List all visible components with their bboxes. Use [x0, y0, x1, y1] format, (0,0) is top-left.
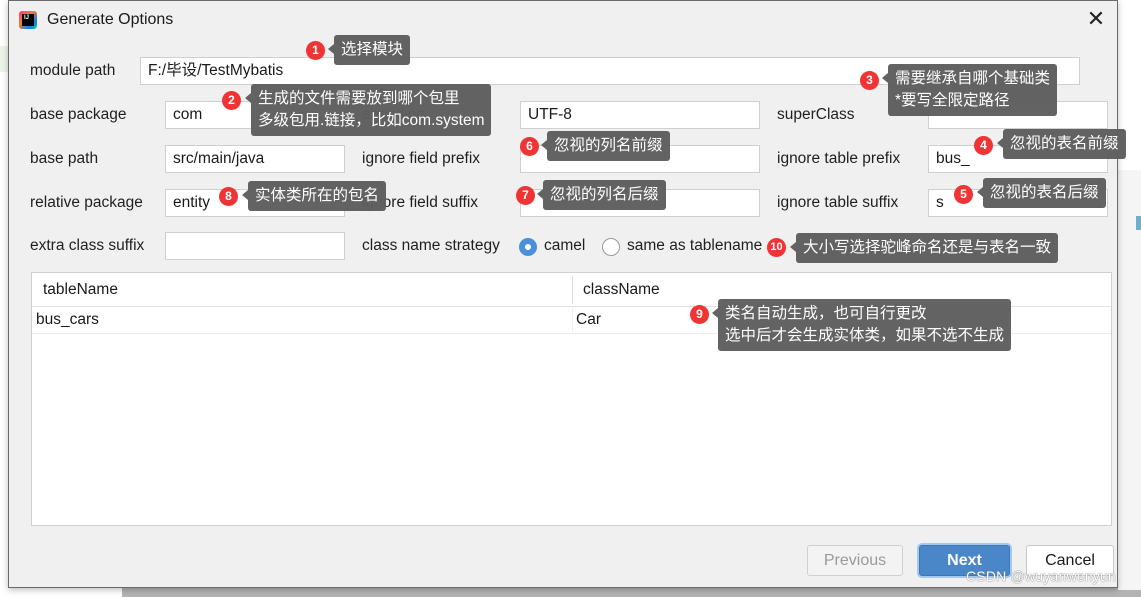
- class-name-strategy-label: class name strategy: [362, 237, 500, 254]
- dialog-title: Generate Options: [47, 11, 174, 28]
- column-header-tablename[interactable]: tableName: [43, 273, 118, 306]
- same-as-tablename-radio[interactable]: [602, 238, 620, 256]
- annotation-tooltip-7: 忽视的列名后缀: [537, 180, 666, 210]
- annotation-tooltip-5: 忽视的表名后缀: [977, 178, 1106, 208]
- annotation-tooltip-9-line-1: 类名自动生成，也可自行更改: [725, 305, 927, 322]
- annotation-badge-5: 5: [954, 185, 973, 204]
- annotation-tooltip-2-line-2: 多级包用.链接，比如com.system: [258, 112, 485, 129]
- extra-class-suffix-input[interactable]: [165, 232, 345, 260]
- camel-radio[interactable]: [519, 238, 537, 256]
- annotation-tooltip-8: 实体类所在的包名: [241, 181, 387, 211]
- annotation-tooltip-3-line-2: *要写全限定路径: [895, 92, 1010, 109]
- background-shadow: [122, 588, 1141, 597]
- annotation-badge-2: 2: [222, 91, 241, 110]
- ignore-table-suffix-label: ignore table suffix: [777, 194, 899, 211]
- same-as-tablename-radio-label[interactable]: same as tablename: [627, 237, 762, 255]
- ignore-field-prefix-label: ignore field prefix: [362, 150, 481, 167]
- intellij-app-icon: IJ: [19, 11, 37, 29]
- base-path-input[interactable]: src/main/java: [165, 145, 345, 173]
- annotation-tooltip-9: 类名自动生成，也可自行更改 选中后才会生成实体类，如果不选不生成: [711, 299, 1012, 351]
- table-cell-classname[interactable]: Car: [576, 307, 601, 333]
- module-path-label: module path: [30, 62, 116, 79]
- base-path-label: base path: [30, 150, 99, 167]
- annotation-badge-8: 8: [219, 187, 238, 206]
- camel-radio-label[interactable]: camel: [544, 237, 585, 255]
- column-header-classname[interactable]: className: [583, 273, 660, 306]
- annotation-tooltip-3: 需要继承自哪个基础类 *要写全限定路径: [881, 64, 1058, 116]
- background-window: [1118, 170, 1141, 590]
- annotation-tooltip-1: 选择模块: [327, 35, 411, 65]
- annotation-badge-9: 9: [690, 305, 709, 324]
- annotation-tooltip-2: 生成的文件需要放到哪个包里 多级包用.链接，比如com.system: [244, 84, 492, 136]
- extra-class-suffix-label: extra class suffix: [30, 237, 145, 254]
- annotation-badge-4: 4: [974, 136, 993, 155]
- super-class-label: superClass: [777, 106, 855, 123]
- column-separator: [572, 276, 573, 304]
- annotation-badge-6: 6: [520, 137, 539, 156]
- annotation-tooltip-9-line-2: 选中后才会生成实体类，如果不选不生成: [725, 327, 1005, 344]
- annotation-tooltip-3-line-1: 需要继承自哪个基础类: [895, 70, 1051, 87]
- annotation-badge-10: 10: [767, 238, 786, 257]
- encoding-input[interactable]: UTF-8: [520, 101, 760, 129]
- annotation-tooltip-4: 忽视的表名前缀: [997, 129, 1126, 159]
- annotation-badge-7: 7: [516, 186, 535, 205]
- relative-package-label: relative package: [30, 194, 143, 211]
- base-package-label: base package: [30, 106, 127, 123]
- ignore-table-prefix-label: ignore table prefix: [777, 150, 901, 167]
- annotation-badge-3: 3: [860, 71, 879, 90]
- annotation-badge-1: 1: [306, 41, 325, 60]
- previous-button[interactable]: Previous: [807, 545, 903, 576]
- close-icon[interactable]: ✕: [1085, 8, 1107, 31]
- background-mark: [1136, 216, 1141, 230]
- table-cell-tablename[interactable]: bus_cars: [36, 307, 99, 333]
- annotation-tooltip-10: 大小写选择驼峰命名还是与表名一致: [789, 233, 1059, 263]
- cell-separator: [572, 307, 573, 333]
- title-bar: IJ Generate Options ✕: [9, 1, 1117, 39]
- annotation-tooltip-6: 忽视的列名前缀: [541, 131, 670, 161]
- annotation-tooltip-2-line-1: 生成的文件需要放到哪个包里: [258, 90, 460, 107]
- watermark: CSDN @wuyanwenyun: [966, 568, 1116, 584]
